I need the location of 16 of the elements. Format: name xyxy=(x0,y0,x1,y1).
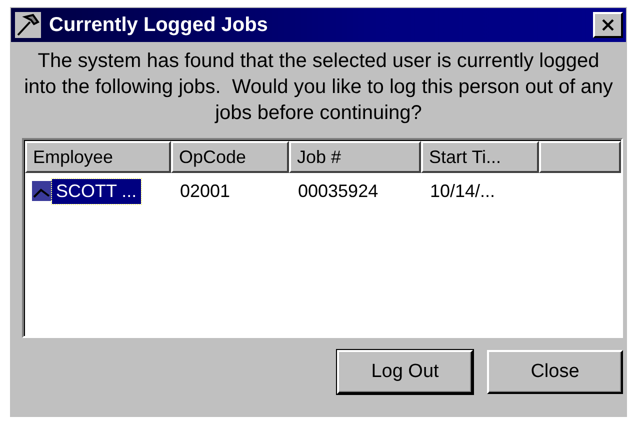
dialog-button[interactable]: Close xyxy=(487,350,623,394)
dialog-button[interactable]: Log Out xyxy=(337,350,473,394)
message-text: The system has found that the selected user is currently logged into the following jobs. Would you like to log this person out of any jobs before continuing? xyxy=(23,49,614,126)
window-title: Currently Logged Jobs xyxy=(49,14,269,36)
table-cell: 10/14/... xyxy=(430,180,496,202)
table-cell: 02001 xyxy=(180,180,230,202)
hammer-icon xyxy=(15,12,41,38)
column-header[interactable]: Employee xyxy=(25,141,171,173)
column-header[interactable]: OpCode xyxy=(171,141,289,173)
table-cell: 00035924 xyxy=(298,180,378,202)
employee-cell[interactable]: SCOTT ... xyxy=(52,178,141,204)
job-icon xyxy=(32,181,52,201)
column-header[interactable]: Start Ti... xyxy=(421,141,539,173)
close-button[interactable] xyxy=(593,12,623,38)
close-icon xyxy=(601,19,615,31)
column-header[interactable]: Job # xyxy=(289,141,421,173)
